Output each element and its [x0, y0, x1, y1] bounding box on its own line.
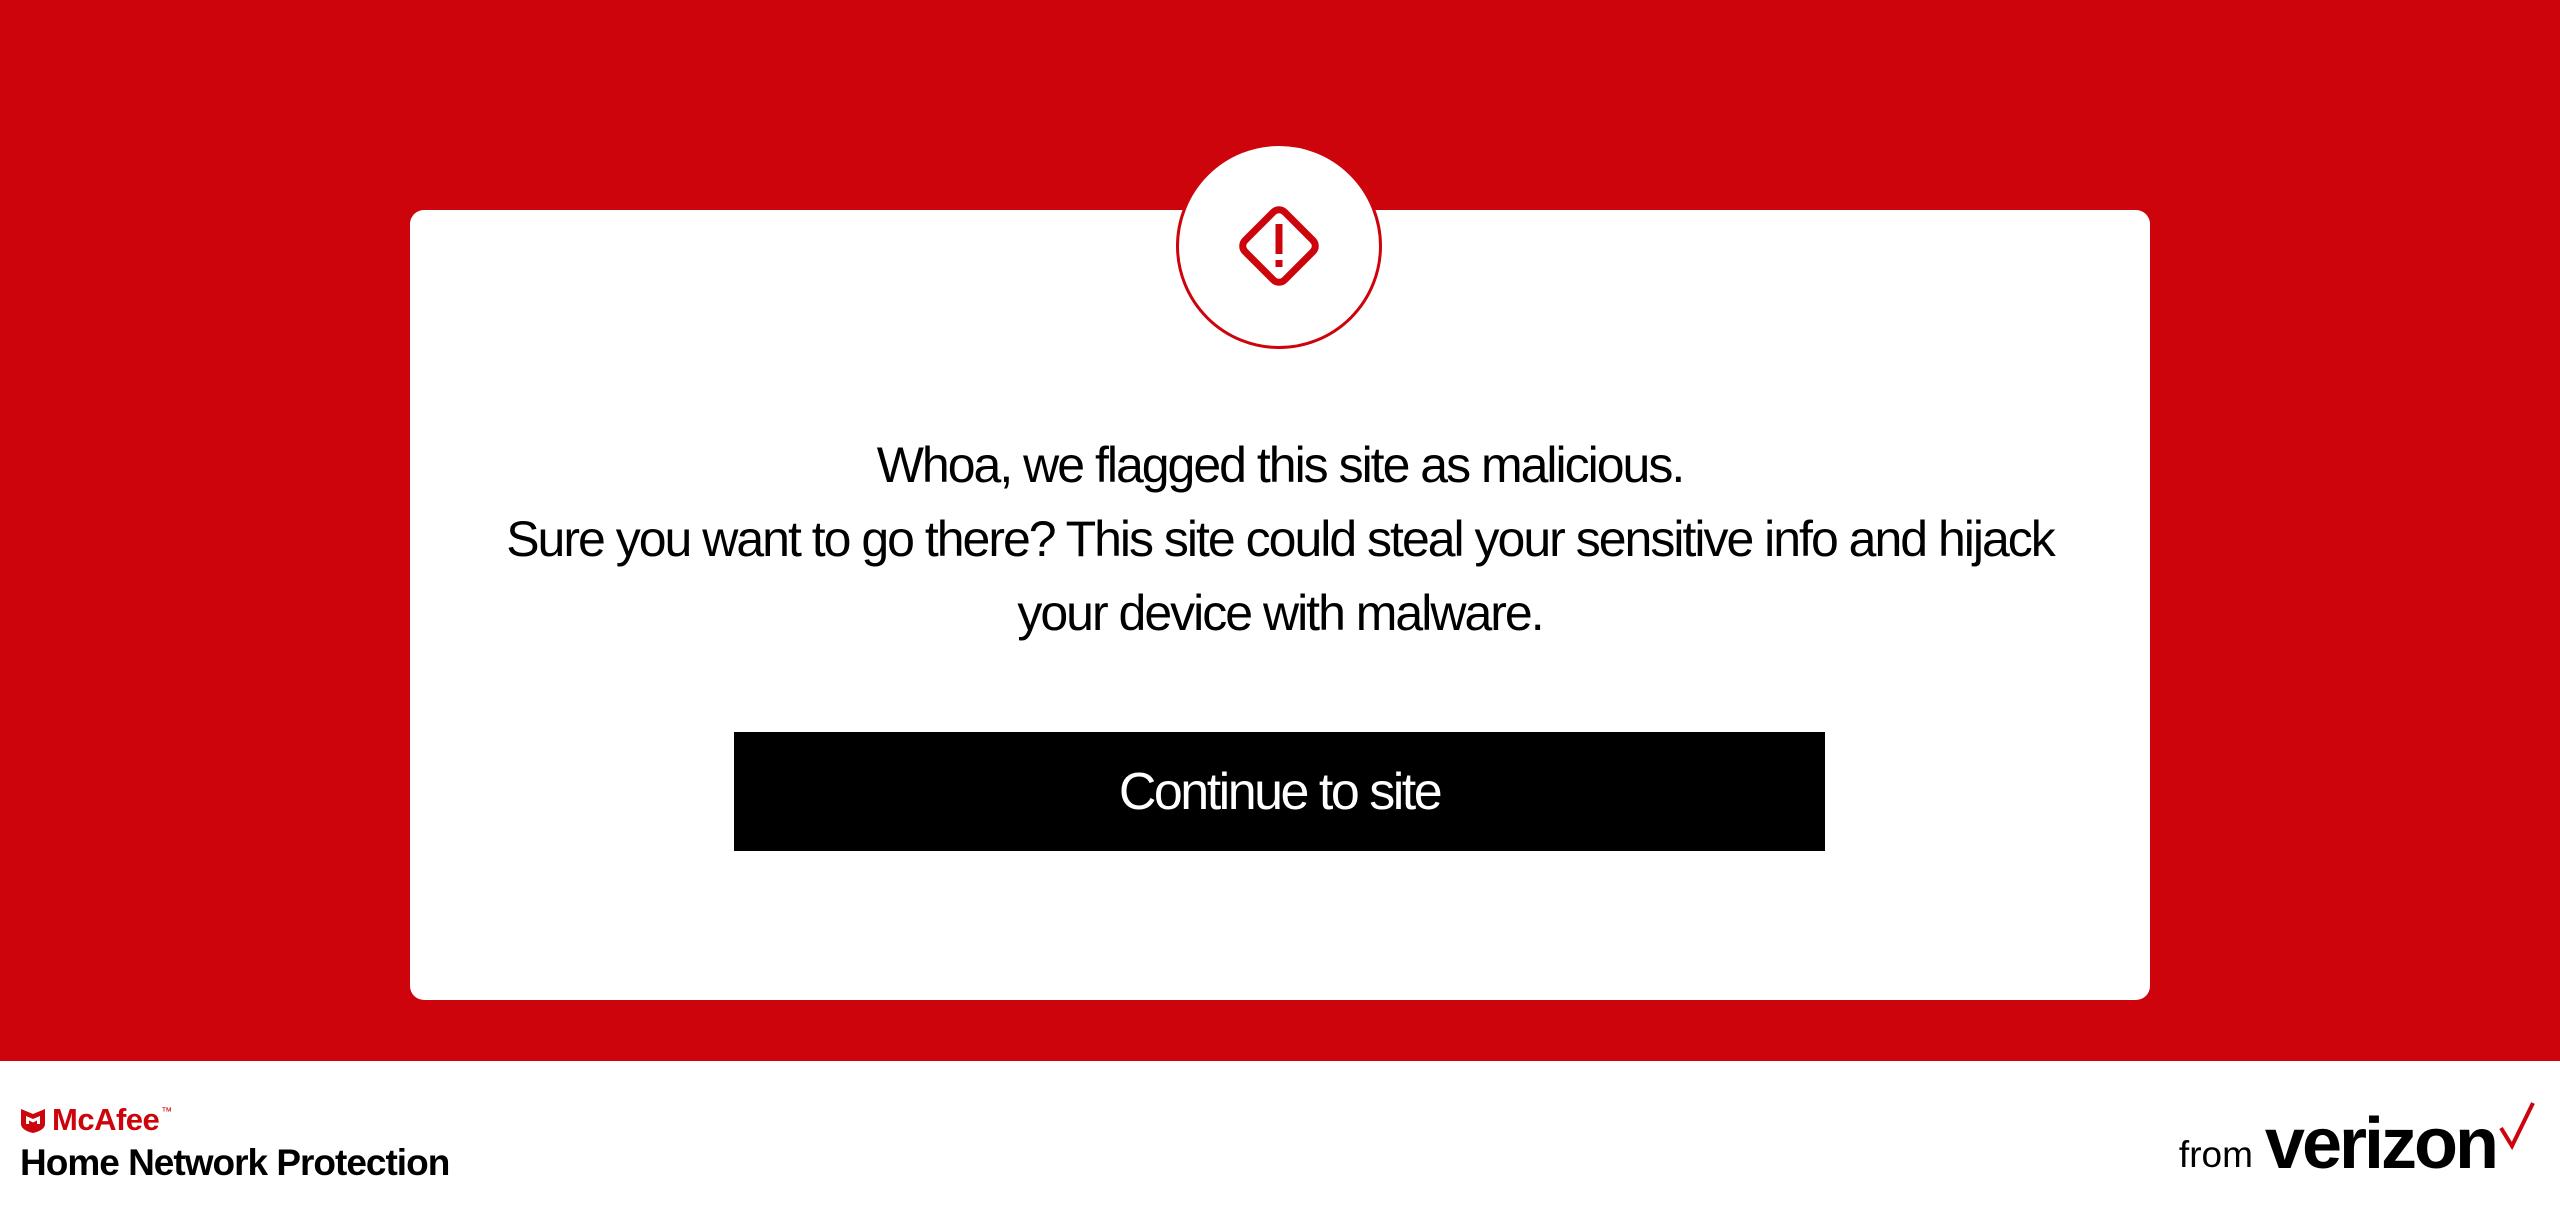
mcafee-wordmark: McAfee [52, 1102, 160, 1137]
warning-detail-line-1: Sure you want to go there? This site cou… [506, 511, 2056, 567]
warning-headline: Whoa, we flagged this site as malicious. [876, 437, 1686, 493]
verizon-branding: from verizon [2179, 1100, 2536, 1180]
verizon-wordmark: verizon [2264, 1104, 2499, 1184]
mcafee-branding: McAfee ™ Home Network Protection [20, 1100, 450, 1184]
product-name: Home Network Protection [20, 1142, 450, 1183]
continue-to-site-button[interactable]: Continue to site [734, 732, 1825, 851]
page: Whoa, we flagged this site as malicious.… [0, 0, 2560, 1212]
warning-detail-line-2: your device with malware. [1017, 585, 1544, 641]
from-label: from [2178, 1134, 2253, 1175]
mcafee-shield-icon [21, 1109, 45, 1133]
warning-diamond-icon [1239, 206, 1319, 286]
verizon-check-icon [2499, 1102, 2535, 1150]
mcafee-logo: McAfee ™ [20, 1100, 449, 1140]
warning-message: Whoa, we flagged this site as malicious.… [470, 428, 2090, 650]
trademark-mark: ™ [161, 1106, 173, 1118]
alert-badge [1176, 143, 1382, 349]
